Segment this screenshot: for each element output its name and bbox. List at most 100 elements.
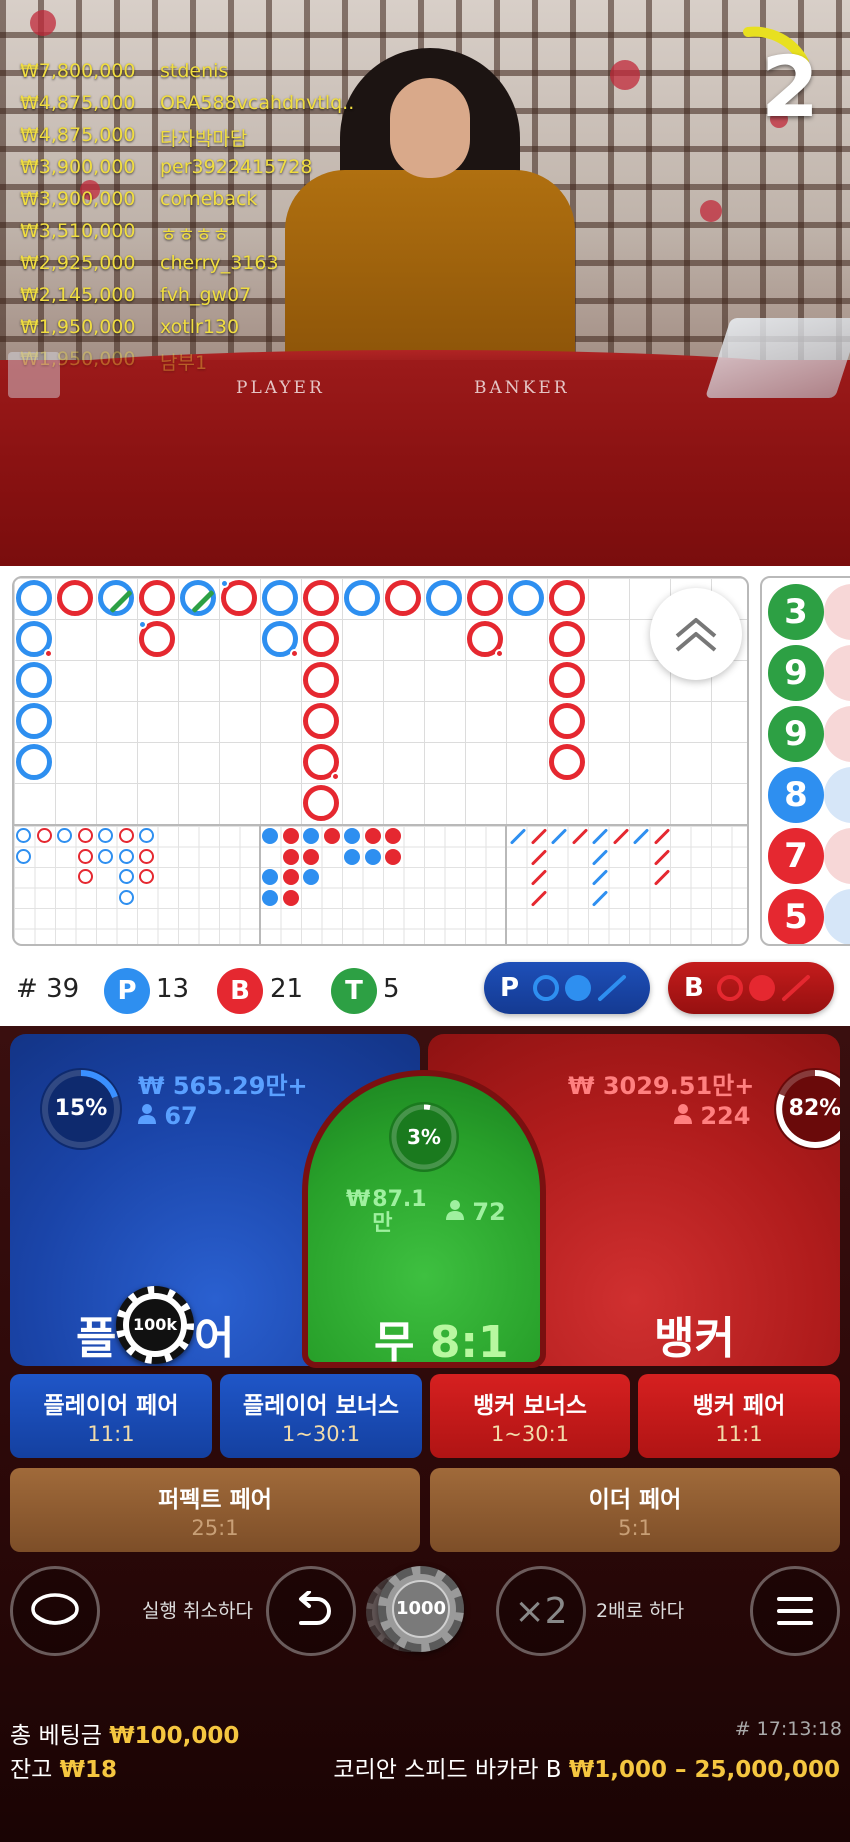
live-bet-user: fvh_gw07 [160, 284, 252, 306]
player-ring [262, 621, 299, 658]
player-predict-button[interactable]: P [484, 962, 650, 1014]
chip-selector[interactable]: 1000 [366, 1566, 482, 1656]
small-road-dot [262, 869, 278, 885]
banker-ring [303, 580, 339, 616]
banker-ring [467, 621, 504, 658]
big-eye-ring [98, 848, 113, 864]
player-ring [16, 744, 52, 780]
side-bet-label: 플레이어 보너스 [242, 1393, 400, 1419]
small-road-dot [303, 828, 319, 844]
round-id: # 17:13:18 [734, 1718, 842, 1740]
bead-road-next [824, 828, 850, 884]
live-bet-amount: ₩2,925,000 [20, 252, 136, 274]
live-bet-user: per3922415728 [160, 156, 313, 178]
big-eye-ring [36, 828, 52, 843]
player-ring [344, 580, 380, 616]
table-name: 코리안 스피드 바카라 B [333, 1757, 562, 1783]
undo-button[interactable] [266, 1566, 356, 1656]
big-road-grid [14, 578, 747, 824]
big-eye-ring [139, 828, 154, 843]
big-eye-ring [16, 848, 31, 864]
live-bet-user: 남부1 [160, 352, 208, 374]
either-pair-button[interactable]: 이더 페어 5:1 [430, 1468, 840, 1552]
chip-value: 1000 [392, 1580, 450, 1638]
perfect-pair-button[interactable]: 퍼펙트 페어 25:1 [10, 1468, 420, 1552]
tie-count: 5 [383, 974, 400, 1004]
tie-label: 무 8:1 [374, 1317, 509, 1368]
player-bonus-button[interactable]: 플레이어 보너스 1~30:1 [220, 1374, 422, 1458]
chat-button[interactable] [10, 1566, 100, 1656]
player-badge: P [104, 968, 150, 1014]
small-road-dot [344, 828, 360, 844]
timer-seconds: 2 [760, 38, 820, 136]
live-bet-user: cherry_3163 [160, 252, 279, 274]
bead-road-next [824, 889, 850, 944]
small-road-dot [282, 848, 299, 865]
banker-predict-button[interactable]: B [668, 962, 834, 1014]
pair-dot [138, 620, 147, 629]
live-bet-row: ₩2,145,000 fvh_gw07 [20, 284, 354, 316]
small-road-dot [303, 848, 319, 865]
tie-percent-ring: 3% [389, 1102, 459, 1172]
bead-road-next [824, 584, 850, 640]
banker-ring [549, 621, 585, 657]
tie-slash [109, 589, 133, 614]
pair-dot [495, 649, 504, 658]
live-bet-row: ₩1,950,000 xotlr130 [20, 316, 354, 348]
live-bet-amount: ₩4,875,000 [20, 124, 136, 146]
bead-road-item: 9 [768, 706, 824, 762]
player-pair-button[interactable]: 플레이어 페어 11:1 [10, 1374, 212, 1458]
pair-dot [331, 772, 340, 781]
banker-bonus-button[interactable]: 뱅커 보너스 1~30:1 [430, 1374, 630, 1458]
bead-road[interactable]: 399875 [760, 576, 850, 946]
player-ring [426, 580, 462, 616]
felt-player-label: PLAYER [236, 378, 325, 398]
small-road-dot [282, 828, 299, 844]
expand-roadmap-button[interactable] [650, 588, 742, 680]
banker-ring [303, 621, 339, 657]
side-bet-label: 뱅커 보너스 [473, 1393, 587, 1419]
placed-chip: 100k [116, 1286, 194, 1364]
total-bet: 총 베팅금 ₩100,000 [10, 1716, 239, 1750]
live-bet-row: ₩1,950,000 남부1 [20, 348, 354, 380]
blossom-decor [700, 200, 722, 222]
placed-chip-value: 100k [127, 1297, 183, 1353]
chip-icon: 1000 [378, 1566, 464, 1652]
player-ring [16, 703, 52, 739]
user-icon [446, 1200, 464, 1220]
tie-pool: ₩87.1 만 [346, 1187, 427, 1236]
road-divider [259, 824, 261, 944]
banker-ring [303, 662, 339, 698]
table-limits: ₩1,000 – 25,000,000 [568, 1757, 840, 1783]
predict-player-letter: P [500, 973, 520, 1003]
felt-banker-label: BANKER [474, 378, 570, 398]
small-road-dot [282, 869, 299, 885]
predict-banker-letter: B [684, 973, 704, 1003]
big-eye-ring [118, 869, 134, 884]
small-road-dot [323, 828, 340, 844]
live-bet-row: ₩3,900,000 per3922415728 [20, 156, 354, 188]
small-road-dot [364, 848, 381, 865]
total-bet-value: ₩100,000 [109, 1723, 240, 1749]
menu-button[interactable] [750, 1566, 840, 1656]
banker-ring [303, 785, 339, 821]
live-bet-user: comeback [160, 188, 258, 210]
live-bet-feed: ₩7,800,000 stdenis ₩4,875,000 ORA588vcahdnv… [20, 60, 354, 380]
tie-bet-spot[interactable]: 3% ₩87.1 만 72 무 8:1 [302, 1070, 546, 1368]
player-ring [180, 580, 216, 616]
live-bet-amount: ₩3,900,000 [20, 188, 136, 210]
small-road-dot [262, 828, 278, 844]
big-road[interactable] [12, 576, 749, 946]
balance: 잔고 ₩18 [10, 1750, 117, 1784]
pair-dot [44, 649, 53, 658]
menu-icon [777, 1597, 813, 1625]
double-button[interactable]: ×2 [496, 1566, 586, 1656]
blossom-decor [610, 60, 640, 90]
banker-pool: ₩ 3029.51만+ [568, 1072, 755, 1100]
banker-ring [549, 744, 585, 780]
bead-road-item: 9 [768, 645, 824, 701]
banker-pair-button[interactable]: 뱅커 페어 11:1 [638, 1374, 840, 1458]
live-bet-user: 타자박마담 [160, 128, 248, 150]
banker-ring [549, 662, 585, 698]
live-bet-amount: ₩3,510,000 [20, 220, 136, 242]
